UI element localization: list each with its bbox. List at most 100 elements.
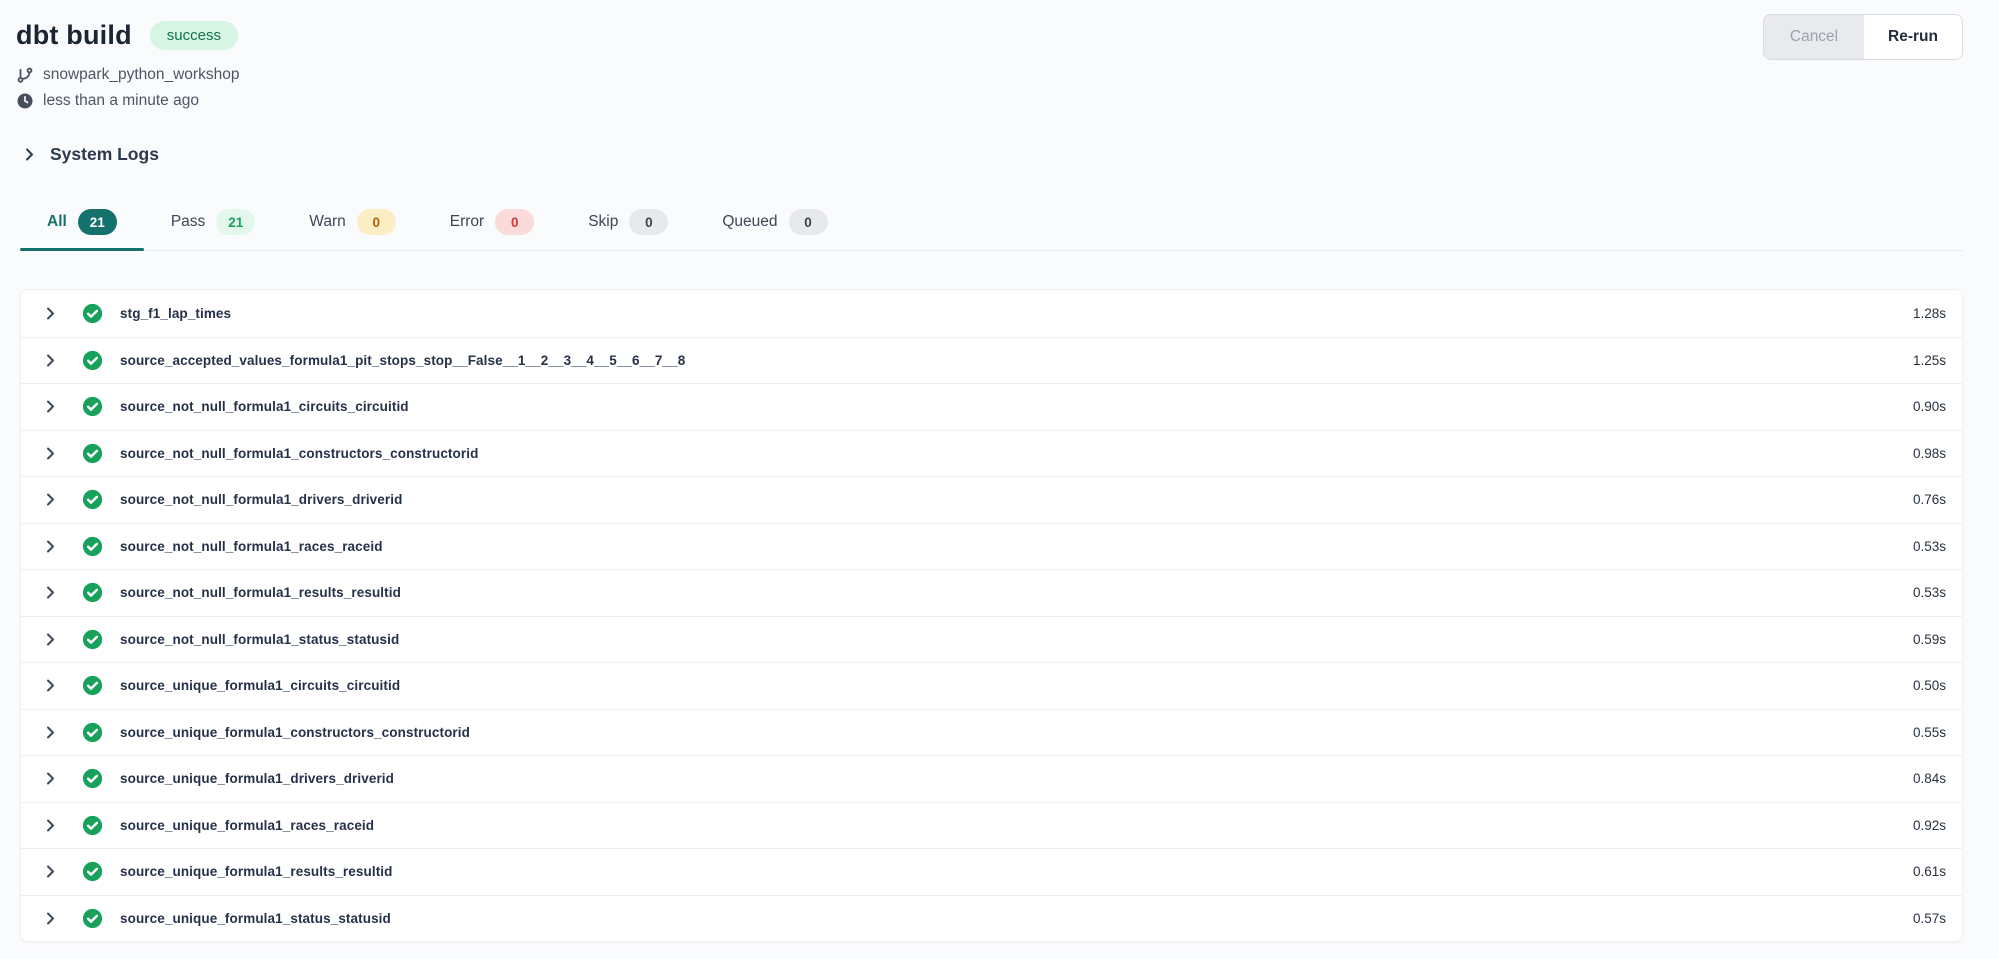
expand-chevron-icon[interactable] [43,585,58,600]
success-check-icon [82,489,103,510]
tab-count-badge: 0 [629,209,668,235]
success-check-icon [82,629,103,650]
results-list: stg_f1_lap_times 1.28s source_accepted_v… [20,289,1963,942]
cancel-button[interactable]: Cancel [1764,15,1864,59]
tab-count-badge: 21 [78,209,117,235]
expand-chevron-icon[interactable] [43,911,58,926]
node-duration: 0.90s [1913,399,1946,414]
expand-chevron-icon[interactable] [43,399,58,414]
system-logs-label: System Logs [50,144,159,165]
node-duration: 0.57s [1913,911,1946,926]
node-duration: 0.98s [1913,446,1946,461]
node-name: source_not_null_formula1_results_resulti… [120,585,1901,600]
tab-label: Queued [722,213,777,231]
git-branch-icon [16,66,34,84]
tab-count-badge: 0 [495,209,534,235]
expand-chevron-icon[interactable] [43,446,58,461]
node-name: source_not_null_formula1_status_statusid [120,632,1901,647]
expand-chevron-icon[interactable] [43,864,58,879]
node-duration: 0.84s [1913,771,1946,786]
result-row[interactable]: source_not_null_formula1_status_statusid… [21,616,1962,663]
result-row[interactable]: stg_f1_lap_times 1.28s [21,290,1962,337]
node-name: source_unique_formula1_drivers_driverid [120,771,1901,786]
expand-chevron-icon[interactable] [43,678,58,693]
result-row[interactable]: source_unique_formula1_constructors_cons… [21,709,1962,756]
result-row[interactable]: source_unique_formula1_circuits_circuiti… [21,662,1962,709]
chevron-right-icon [22,147,37,162]
result-row[interactable]: source_not_null_formula1_races_raceid 0.… [21,523,1962,570]
branch-info: snowpark_python_workshop [16,64,1963,86]
tab-label: Skip [588,213,618,231]
results-tab[interactable]: Pass 21 [144,199,282,250]
result-row[interactable]: source_not_null_formula1_constructors_co… [21,430,1962,477]
results-tab[interactable]: All 21 [20,199,144,250]
node-name: source_unique_formula1_results_resultid [120,864,1901,879]
result-row[interactable]: source_unique_formula1_races_raceid 0.92… [21,802,1962,849]
node-name: source_not_null_formula1_circuits_circui… [120,399,1901,414]
node-name: source_unique_formula1_status_statusid [120,911,1901,926]
success-check-icon [82,815,103,836]
tab-label: Pass [171,213,205,231]
result-row[interactable]: source_unique_formula1_drivers_driverid … [21,755,1962,802]
expand-chevron-icon[interactable] [43,632,58,647]
tab-label: All [47,213,67,231]
system-logs-toggle[interactable]: System Logs [22,144,159,165]
result-row[interactable]: source_accepted_values_formula1_pit_stop… [21,337,1962,384]
node-duration: 0.53s [1913,585,1946,600]
node-name: stg_f1_lap_times [120,306,1901,321]
run-header: dbt build success Cancel Re-run snowpark… [0,0,1999,112]
node-duration: 1.28s [1913,306,1946,321]
status-badge: success [150,21,238,50]
node-duration: 1.25s [1913,353,1946,368]
results-tab[interactable]: Skip 0 [561,199,695,250]
node-duration: 0.61s [1913,864,1946,879]
node-name: source_unique_formula1_constructors_cons… [120,725,1901,740]
results-tab[interactable]: Queued 0 [695,199,854,250]
success-check-icon [82,722,103,743]
success-check-icon [82,350,103,371]
expand-chevron-icon[interactable] [43,306,58,321]
page-title: dbt build [16,20,132,51]
tab-count-badge: 0 [789,209,828,235]
success-check-icon [82,768,103,789]
result-row[interactable]: source_not_null_formula1_circuits_circui… [21,383,1962,430]
node-duration: 0.76s [1913,492,1946,507]
result-row[interactable]: source_not_null_formula1_drivers_driveri… [21,476,1962,523]
time-info: less than a minute ago [16,90,1963,112]
success-check-icon [82,396,103,417]
expand-chevron-icon[interactable] [43,725,58,740]
expand-chevron-icon[interactable] [43,539,58,554]
success-check-icon [82,861,103,882]
result-row[interactable]: source_unique_formula1_results_resultid … [21,848,1962,895]
expand-chevron-icon[interactable] [43,492,58,507]
run-actions: Cancel Re-run [1763,14,1963,60]
tab-label: Warn [309,213,345,231]
result-row[interactable]: source_unique_formula1_status_statusid 0… [21,895,1962,942]
expand-chevron-icon[interactable] [43,771,58,786]
node-duration: 0.50s [1913,678,1946,693]
result-row[interactable]: source_not_null_formula1_results_resulti… [21,569,1962,616]
results-tab[interactable]: Error 0 [423,199,561,250]
node-name: source_not_null_formula1_races_raceid [120,539,1901,554]
success-check-icon [82,303,103,324]
node-name: source_not_null_formula1_drivers_driveri… [120,492,1901,507]
expand-chevron-icon[interactable] [43,353,58,368]
success-check-icon [82,536,103,557]
rerun-button[interactable]: Re-run [1864,15,1962,59]
clock-icon [16,92,34,110]
results-tab-bar: All 21 Pass 21 Warn 0 Error 0 Skip 0 [20,199,1963,251]
tab-count-badge: 0 [357,209,396,235]
branch-name: snowpark_python_workshop [43,64,239,86]
node-name: source_accepted_values_formula1_pit_stop… [120,353,1901,368]
results-tab[interactable]: Warn 0 [282,199,422,250]
node-name: source_not_null_formula1_constructors_co… [120,446,1901,461]
time-ago: less than a minute ago [43,90,199,112]
expand-chevron-icon[interactable] [43,818,58,833]
success-check-icon [82,675,103,696]
node-duration: 0.55s [1913,725,1946,740]
node-duration: 0.53s [1913,539,1946,554]
tab-count-badge: 21 [216,209,255,235]
node-duration: 0.59s [1913,632,1946,647]
node-duration: 0.92s [1913,818,1946,833]
node-name: source_unique_formula1_races_raceid [120,818,1901,833]
